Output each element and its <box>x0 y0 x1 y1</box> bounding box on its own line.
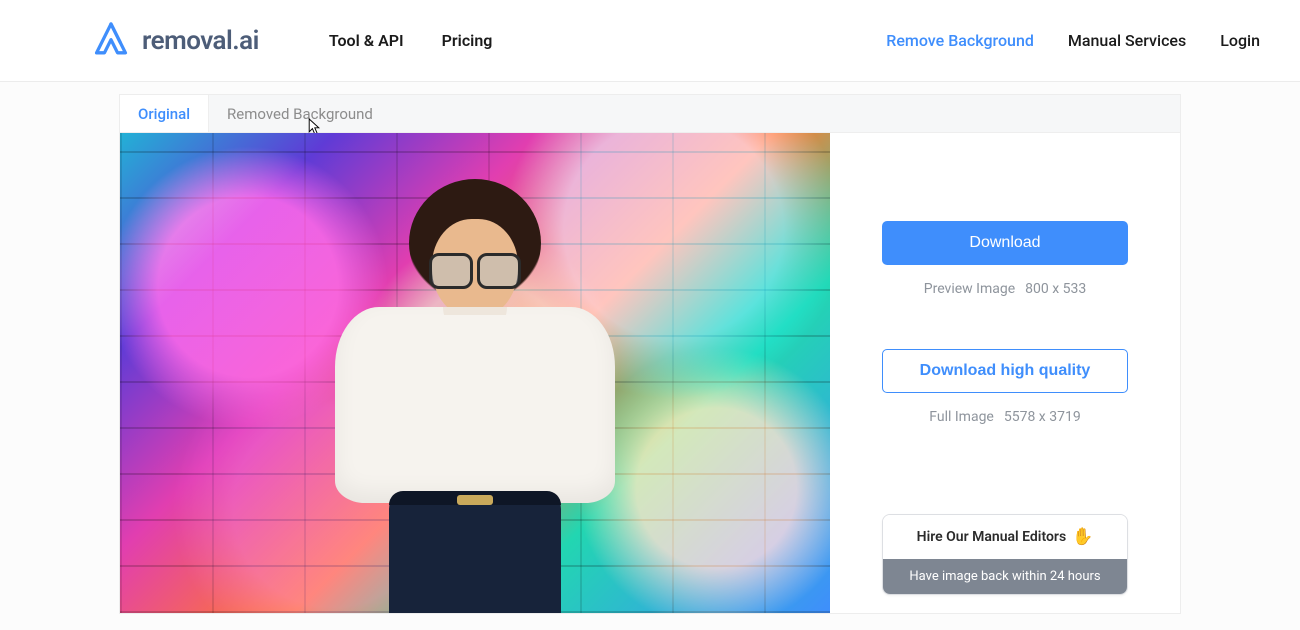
full-label: Full Image <box>929 409 994 425</box>
brand-logo-icon <box>90 20 132 62</box>
manual-editors-promo[interactable]: Hire Our Manual Editors ✋ Have image bac… <box>882 514 1128 595</box>
preview-meta: Preview Image 800 x 533 <box>924 281 1086 297</box>
preview-label: Preview Image <box>924 281 1015 297</box>
nav-primary: Tool & API Pricing <box>329 31 493 50</box>
raised-hand-icon: ✋ <box>1072 527 1093 547</box>
promo-subtitle: Have image back within 24 hours <box>883 559 1127 594</box>
nav-remove-background[interactable]: Remove Background <box>886 31 1034 50</box>
preview-dimensions: 800 x 533 <box>1025 281 1086 297</box>
nav-tool-api[interactable]: Tool & API <box>329 31 404 50</box>
nav-secondary: Remove Background Manual Services Login <box>886 31 1260 50</box>
promo-title-row: Hire Our Manual Editors ✋ <box>883 515 1127 559</box>
result-body: Download Preview Image 800 x 533 Downloa… <box>120 133 1180 613</box>
brand-name: removal.ai <box>142 26 259 56</box>
promo-title: Hire Our Manual Editors <box>917 529 1066 545</box>
result-card: Original Removed Background <box>119 94 1181 614</box>
tab-original[interactable]: Original <box>120 95 208 132</box>
nav-login[interactable]: Login <box>1220 31 1260 50</box>
nav-manual-services[interactable]: Manual Services <box>1068 31 1186 50</box>
full-dimensions: 5578 x 3719 <box>1004 409 1081 425</box>
original-image-preview <box>120 133 830 613</box>
nav-pricing[interactable]: Pricing <box>442 31 493 50</box>
brand-logo[interactable]: removal.ai <box>90 20 259 62</box>
tab-removed-background[interactable]: Removed Background <box>208 95 391 132</box>
full-meta: Full Image 5578 x 3719 <box>929 409 1080 425</box>
subject-figure <box>325 179 625 613</box>
main-content: Original Removed Background <box>0 82 1300 614</box>
result-tabs: Original Removed Background <box>120 95 1180 133</box>
download-button[interactable]: Download <box>882 221 1128 265</box>
site-header: removal.ai Tool & API Pricing Remove Bac… <box>0 0 1300 82</box>
download-hq-button[interactable]: Download high quality <box>882 349 1128 393</box>
download-panel: Download Preview Image 800 x 533 Downloa… <box>830 133 1180 613</box>
